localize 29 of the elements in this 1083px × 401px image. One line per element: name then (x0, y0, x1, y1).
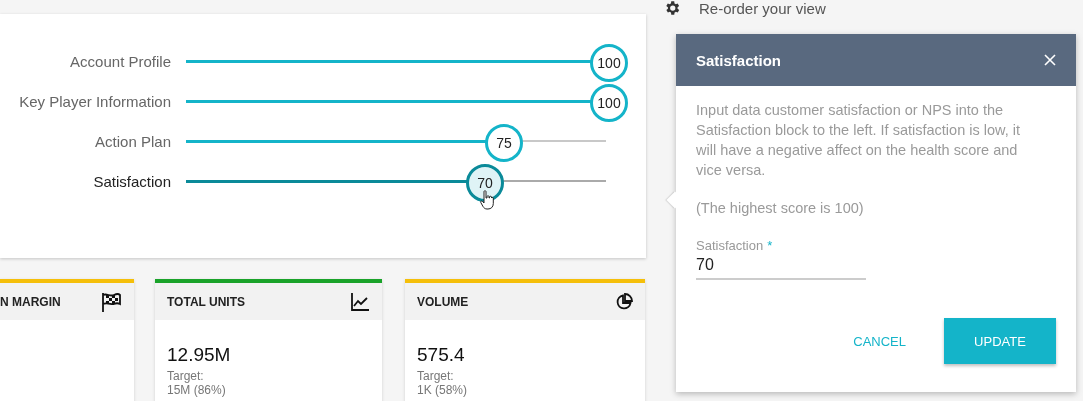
popover-description: Input data customer satisfaction or NPS into the Satisfaction block to the left. If satisfaction is low, it will have a negative affect on the health score and vice versa. (696, 101, 1021, 180)
popover-title: Satisfaction (696, 51, 782, 69)
pie-chart-icon (615, 292, 633, 311)
target-value: 15M (86%) (167, 383, 227, 397)
slider-label: Satisfaction (92, 172, 171, 190)
metric-value: 12.95M (167, 344, 232, 366)
target-label: Target: (167, 369, 205, 383)
card-title: N MARGIN (0, 294, 61, 309)
popover-note: (The highest score is 100) (696, 199, 865, 218)
slider-label: Key Player Information (18, 92, 171, 110)
checkered-flag-icon (100, 290, 122, 313)
slider-thumb[interactable]: 75 (485, 124, 523, 162)
hand-cursor-icon (480, 190, 494, 210)
target-value: 1K (58%) (417, 383, 469, 397)
slider-thumb[interactable]: 100 (590, 84, 628, 122)
satisfaction-input[interactable]: 70 (696, 253, 866, 280)
close-icon[interactable] (1044, 54, 1056, 66)
slider-thumb[interactable]: 70 (466, 164, 504, 202)
slider-label: Action Plan (94, 132, 171, 150)
reorder-link[interactable]: Re-order your view (699, 0, 826, 17)
metric-value: 575.4 (417, 344, 466, 366)
line-chart-icon (350, 291, 370, 312)
target-label: Target: (417, 369, 455, 383)
card-title: TOTAL UNITS (167, 294, 245, 309)
slider-thumb[interactable]: 100 (590, 44, 628, 82)
card-title: VOLUME (417, 294, 469, 309)
slider-label: Account Profile (69, 52, 171, 70)
required-mark: * (767, 238, 773, 253)
field-label: Satisfaction (696, 238, 764, 253)
